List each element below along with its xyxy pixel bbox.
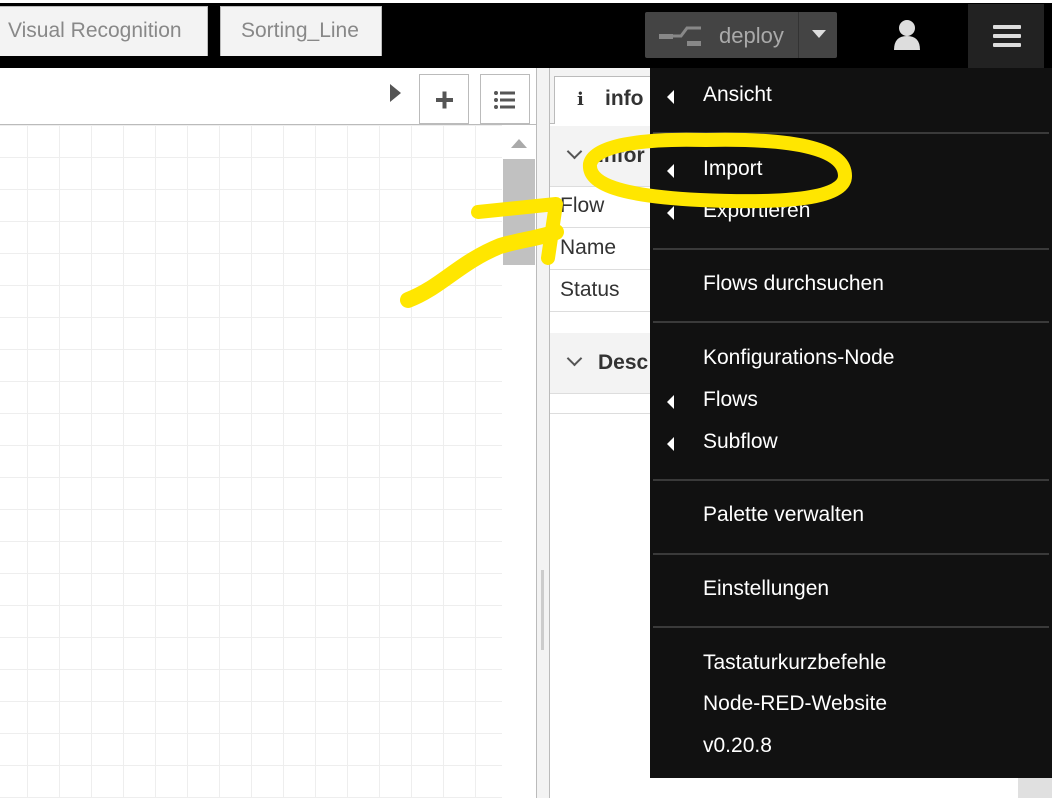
header-top-border <box>0 0 1052 3</box>
submenu-arrow-icon <box>667 437 674 451</box>
menu-separator <box>653 479 1049 481</box>
canvas-vertical-scrollbar[interactable] <box>502 125 536 798</box>
menu-separator <box>653 248 1049 250</box>
user-menu-button[interactable] <box>882 12 932 58</box>
menu-separator <box>653 626 1049 628</box>
sidebar-resize-handle[interactable] <box>536 68 550 798</box>
menu-item-exportieren[interactable]: Exportieren <box>650 192 1052 234</box>
main-menu-dropdown: Ansicht Import Exportieren Flows durchsu… <box>650 68 1052 778</box>
deploy-dropdown-caret-icon[interactable] <box>812 30 826 38</box>
hamburger-icon-bar <box>993 34 1021 38</box>
submenu-arrow-icon <box>667 206 674 220</box>
menu-item-palette-verwalten[interactable]: Palette verwalten <box>650 496 1052 538</box>
tabs-scroll-right-icon[interactable] <box>390 84 401 102</box>
deploy-label: deploy <box>719 23 784 48</box>
menu-item-label: Exportieren <box>703 199 811 222</box>
chevron-down-icon <box>566 143 583 160</box>
menu-item-label: Flows durchsuchen <box>703 272 884 295</box>
menu-item-label: Subflow <box>703 430 778 453</box>
main-menu-button[interactable] <box>968 4 1044 68</box>
menu-item-label: Palette verwalten <box>703 503 865 526</box>
menu-item-flows[interactable]: Flows <box>650 381 1052 423</box>
plus-icon <box>436 91 453 109</box>
submenu-arrow-icon <box>667 90 674 104</box>
description-section-title: Desc <box>598 351 649 374</box>
deploy-icon <box>659 26 701 46</box>
sidebar-tab-label: info <box>605 87 644 110</box>
deploy-button[interactable]: deploy <box>645 12 837 58</box>
menu-separator <box>653 132 1049 134</box>
menu-item-ansicht[interactable]: Ansicht <box>650 76 1052 118</box>
menu-item-label: Ansicht <box>703 83 772 106</box>
menu-item-flows-durchsuchen[interactable]: Flows durchsuchen <box>650 265 1052 307</box>
tab-visual-recognition[interactable]: Visual Recognition <box>0 6 208 56</box>
add-flow-button[interactable] <box>419 74 469 124</box>
tab-sorting-line[interactable]: Sorting_Line <box>220 6 382 56</box>
version-label: v0.20.8 <box>703 734 772 757</box>
menu-item-node-red-website[interactable]: Node-RED-Website <box>650 685 1052 727</box>
info-section-title: Infor <box>598 144 645 167</box>
menu-item-tastaturkurzbefehle[interactable]: Tastaturkurzbefehle <box>650 644 1052 686</box>
menu-item-konfigurations-node[interactable]: Konfigurations-Node <box>650 339 1052 381</box>
info-icon: i <box>577 89 584 110</box>
menu-item-label: Flows <box>703 388 758 411</box>
menu-item-subflow[interactable]: Subflow <box>650 423 1052 465</box>
submenu-arrow-icon <box>667 164 674 178</box>
flow-canvas[interactable] <box>0 125 502 798</box>
menu-separator <box>653 321 1049 323</box>
menu-item-label: Import <box>703 157 763 180</box>
hamburger-icon-bar <box>993 43 1021 47</box>
list-flows-button[interactable] <box>480 74 530 124</box>
menu-item-label: Node-RED-Website <box>703 692 888 715</box>
scroll-up-icon[interactable] <box>511 139 527 148</box>
hamburger-icon <box>993 25 1021 29</box>
submenu-arrow-icon <box>667 395 674 409</box>
user-icon <box>894 20 920 50</box>
list-icon <box>494 91 515 109</box>
menu-item-import[interactable]: Import <box>650 150 1052 192</box>
menu-item-einstellungen[interactable]: Einstellungen <box>650 570 1052 612</box>
menu-separator <box>653 553 1049 555</box>
chevron-down-icon <box>566 350 583 367</box>
scrollbar-thumb[interactable] <box>503 159 535 265</box>
menu-item-label: Einstellungen <box>703 577 830 600</box>
resize-grip <box>541 570 544 650</box>
menu-item-label: Konfigurations-Node <box>703 346 895 369</box>
sidebar-scrollbar-corner <box>1018 778 1052 798</box>
menu-item-label: Tastaturkurzbefehle <box>703 651 887 674</box>
menu-item-version: v0.20.8 <box>650 727 1052 769</box>
deploy-divider <box>798 12 799 58</box>
